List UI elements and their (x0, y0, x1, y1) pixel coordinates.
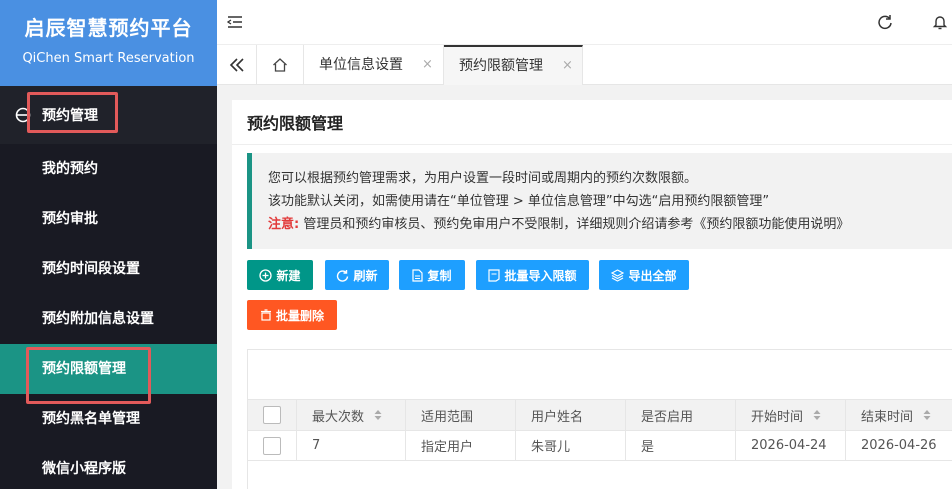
notice-line-2: 该功能默认关闭，如需使用请在“单位管理 > 单位信息管理”中勾选“启用预约限额管… (268, 194, 770, 209)
column-header-user: 用户姓名 (516, 400, 626, 430)
column-header-scope: 适用范围 (406, 400, 516, 430)
tab-unit-info[interactable]: 单位信息设置 × (304, 45, 444, 85)
highlight-box-quota (26, 347, 151, 404)
brand-subtitle: QiChen Smart Reservation (22, 51, 195, 66)
sort-icon[interactable] (923, 409, 931, 421)
batch-delete-button[interactable]: 批量删除 (247, 300, 337, 330)
sidebar-item-extra-info[interactable]: 预约附加信息设置 (0, 294, 217, 344)
select-all-checkbox-cell (248, 400, 297, 430)
cell-max: 7 (297, 431, 406, 460)
table-header: 最大次数 适用范围 用户姓名 是否启用 开始时间 结束时间 (247, 400, 952, 431)
import-icon (488, 268, 501, 282)
sidebar-item-my-reservations[interactable]: 我的预约 (0, 144, 217, 194)
tab-label: 单位信息设置 (319, 57, 403, 73)
copy-button-label: 复制 (427, 268, 452, 283)
select-all-checkbox[interactable] (263, 406, 281, 424)
notice-box: 您可以根据预约管理需求，为用户设置一段时间或周期内的预约次数限额。 该功能默认关… (247, 153, 952, 249)
divider (232, 144, 952, 145)
document-icon (412, 268, 424, 282)
sidebar-item-approval[interactable]: 预约审批 (0, 194, 217, 244)
layers-icon (611, 268, 625, 282)
refresh-button-label: 刷新 (353, 268, 378, 283)
new-button[interactable]: 新建 (247, 260, 313, 290)
notice-line-3: 注意: 管理员和预约审核员、预约免审用户不受限制，详细规则介绍请参考《预约限额功… (268, 213, 952, 236)
row-checkbox[interactable] (263, 436, 281, 455)
sort-icon[interactable] (813, 409, 821, 421)
batch-import-button[interactable]: 批量导入限额 (476, 260, 589, 290)
bell-icon[interactable] (930, 12, 950, 32)
column-header-end[interactable]: 结束时间 (846, 400, 952, 430)
export-all-label: 导出全部 (628, 268, 677, 283)
cell-scope: 指定用户 (406, 431, 516, 460)
refresh-icon[interactable] (875, 12, 895, 32)
tab-scroll-left-icon[interactable] (217, 45, 257, 85)
tab-quota[interactable]: 预约限额管理 × (444, 45, 583, 85)
column-header-max[interactable]: 最大次数 (297, 400, 406, 430)
notice-text: 管理员和预约审核员、预约免审用户不受限制，详细规则介绍请参考《预约限额功能使用说… (299, 217, 850, 232)
export-all-button[interactable]: 导出全部 (599, 260, 689, 290)
home-tab-icon[interactable] (257, 45, 304, 85)
sort-icon[interactable] (374, 409, 382, 421)
highlight-box-menu-group (27, 92, 118, 133)
new-button-label: 新建 (276, 268, 301, 283)
cell-end: 2026-04-26 (846, 431, 952, 460)
refresh-button[interactable]: 刷新 (325, 260, 389, 290)
column-header-label: 最大次数 (312, 409, 365, 425)
top-bar (217, 0, 952, 45)
column-header-label: 开始时间 (751, 409, 804, 425)
batch-import-label: 批量导入限额 (504, 268, 577, 283)
tab-label: 预约限额管理 (459, 58, 543, 74)
column-header-enabled: 是否启用 (626, 400, 736, 430)
table-toolbar-area (247, 349, 952, 400)
tab-close-icon[interactable]: × (562, 47, 573, 85)
plus-circle-icon (259, 268, 273, 282)
refresh-icon (337, 269, 349, 282)
brand-title: 启辰智慧预约平台 (24, 16, 193, 40)
table-body-empty (247, 461, 952, 489)
row-checkbox-cell (248, 431, 297, 460)
tab-close-icon[interactable]: × (422, 45, 433, 85)
main-card: 预约限额管理 您可以根据预约管理需求，为用户设置一段时间或周期内的预约次数限额。… (232, 100, 952, 489)
column-header-label: 结束时间 (861, 409, 914, 425)
warning-label: 注意: (268, 217, 300, 232)
brand-header: 启辰智慧预约平台 QiChen Smart Reservation (0, 0, 217, 86)
trash-icon (260, 309, 271, 321)
cell-enabled: 是 (626, 431, 736, 460)
notice-line-1: 您可以根据预约管理需求，为用户设置一段时间或周期内的预约次数限额。 (268, 171, 698, 186)
page-title: 预约限额管理 (247, 114, 344, 133)
cell-start: 2026-04-24 (736, 431, 846, 460)
menu-collapse-icon[interactable] (225, 12, 245, 32)
sidebar-item-mini-program[interactable]: 微信小程序版 (0, 444, 217, 489)
app-root: 启辰智慧预约平台 QiChen Smart Reservation 预约管理 我… (0, 0, 952, 489)
column-header-start[interactable]: 开始时间 (736, 400, 846, 430)
submenu: 我的预约 预约审批 预约时间段设置 预约附加信息设置 预约限额管理 预约黑名单管… (0, 144, 217, 489)
copy-button[interactable]: 复制 (399, 260, 465, 290)
sidebar-item-time-slots[interactable]: 预约时间段设置 (0, 244, 217, 294)
table-row[interactable]: 7 指定用户 朱哥儿 是 2026-04-24 2026-04-26 (247, 431, 952, 461)
tab-bar: 单位信息设置 × 预约限额管理 × (217, 45, 952, 85)
cell-user: 朱哥儿 (516, 431, 626, 460)
batch-delete-label: 批量删除 (275, 308, 324, 323)
sidebar: 启辰智慧预约平台 QiChen Smart Reservation 预约管理 我… (0, 0, 217, 489)
